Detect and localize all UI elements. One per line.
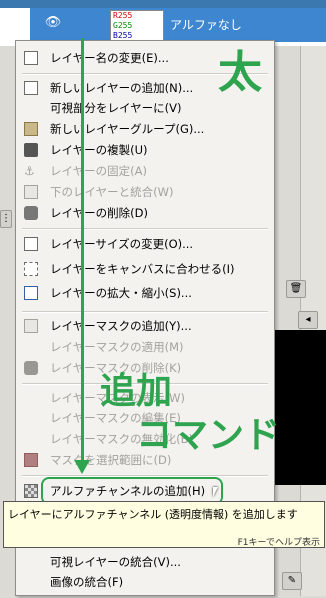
menu-label: 可視部分をレイヤーに(V) bbox=[50, 101, 182, 115]
merge-down-icon bbox=[24, 185, 38, 199]
tooltip-help: F1キーでヘルプ表示 bbox=[237, 538, 320, 548]
edit-icon bbox=[24, 51, 38, 65]
trash-icon bbox=[24, 361, 38, 375]
menu-label: 可視レイヤーの統合(V)... bbox=[50, 555, 181, 569]
highlight-arrow-line bbox=[81, 38, 84, 468]
layer-row-top-strip bbox=[0, 0, 326, 8]
menu-label: 新しいレイヤーの追加(N)... bbox=[50, 81, 194, 95]
menu-item-merge-down[interactable]: 下のレイヤーと統合(W) bbox=[16, 181, 274, 203]
menu-label: 下のレイヤーと統合(W) bbox=[50, 185, 174, 199]
canvas-preview bbox=[272, 330, 326, 485]
tooltip: レイヤーにアルファチャンネル (透明度情報) を追加します F1キーでヘルプ表示 bbox=[3, 501, 325, 548]
paint-icon[interactable]: ✎ bbox=[282, 572, 302, 590]
menu-label: レイヤーの拡大・縮小(S)... bbox=[50, 286, 192, 300]
menu-label: レイヤー名の変更(E)... bbox=[50, 51, 169, 65]
folder-icon bbox=[24, 122, 38, 136]
menu-label: レイヤーの固定(A) bbox=[50, 164, 147, 178]
menu-item-visible-to-layer[interactable]: 可視部分をレイヤーに(V) bbox=[16, 97, 274, 119]
annotation-command: コマンド bbox=[136, 415, 281, 456]
menu-item-merge-visible[interactable]: 可視レイヤーの統合(V)... bbox=[16, 551, 274, 573]
eye-icon[interactable]: 👁 bbox=[44, 16, 62, 30]
thumb-line-g: G255 bbox=[113, 21, 133, 30]
menu-label: 新しいレイヤーグループ(G)... bbox=[50, 122, 205, 136]
chevron-left-icon[interactable]: ◂ bbox=[298, 311, 318, 329]
left-handle[interactable]: ⋮ bbox=[0, 210, 12, 228]
anchor-icon: ⚓ bbox=[24, 164, 35, 178]
alpha-icon bbox=[24, 484, 38, 498]
layer-name[interactable]: アルファなし bbox=[170, 16, 242, 33]
annotation-thick: 太 bbox=[218, 47, 262, 98]
thumb-line-r: R255 bbox=[113, 11, 133, 20]
menu-item-scale[interactable]: レイヤーの拡大・縮小(S)... bbox=[16, 282, 274, 304]
menu-label: 画像の統合(F) bbox=[50, 575, 124, 589]
trash-icon[interactable]: 🗑 bbox=[286, 280, 306, 298]
resize-icon bbox=[24, 237, 38, 251]
trash-icon bbox=[24, 206, 38, 220]
menu-label: レイヤーの削除(D) bbox=[50, 206, 148, 220]
mouse-cursor-icon bbox=[213, 487, 218, 497]
menu-label: レイヤーサイズの変更(O)... bbox=[50, 237, 194, 251]
duplicate-icon bbox=[24, 143, 38, 157]
highlight-arrow-head bbox=[74, 460, 90, 474]
menu-separator bbox=[22, 228, 268, 230]
add-mask-icon bbox=[24, 319, 38, 333]
menu-item-new-group[interactable]: 新しいレイヤーグループ(G)... bbox=[16, 118, 274, 140]
scale-icon bbox=[24, 286, 38, 300]
menu-item-duplicate[interactable]: レイヤーの複製(U) bbox=[16, 139, 274, 161]
layer-thumbnail: R255 G255 B255 bbox=[110, 10, 164, 44]
menu-separator bbox=[22, 311, 268, 313]
menu-item-apply-mask[interactable]: レイヤーマスクの適用(M) bbox=[16, 336, 274, 358]
menu-label: レイヤーをキャンバスに合わせる(I) bbox=[50, 262, 235, 276]
menu-label: レイヤーマスクの追加(Y)... bbox=[50, 319, 192, 333]
menu-label: レイヤーマスクの適用(M) bbox=[50, 340, 184, 354]
menu-item-delete[interactable]: レイヤーの削除(D) bbox=[16, 202, 274, 224]
menu-item-anchor[interactable]: ⚓ レイヤーの固定(A) bbox=[16, 160, 274, 182]
new-layer-icon bbox=[24, 81, 38, 95]
fit-canvas-icon bbox=[24, 262, 38, 276]
mask-select-icon bbox=[24, 453, 38, 467]
menu-item-flatten[interactable]: 画像の統合(F) bbox=[16, 571, 274, 593]
menu-item-add-mask[interactable]: レイヤーマスクの追加(Y)... bbox=[16, 315, 274, 337]
menu-item-fit-canvas[interactable]: レイヤーをキャンバスに合わせる(I) bbox=[16, 258, 274, 280]
menu-item-layer-resize[interactable]: レイヤーサイズの変更(O)... bbox=[16, 233, 274, 255]
menu-label: レイヤーの複製(U) bbox=[50, 143, 148, 157]
tooltip-text: レイヤーにアルファチャンネル (透明度情報) を追加します bbox=[8, 508, 298, 521]
